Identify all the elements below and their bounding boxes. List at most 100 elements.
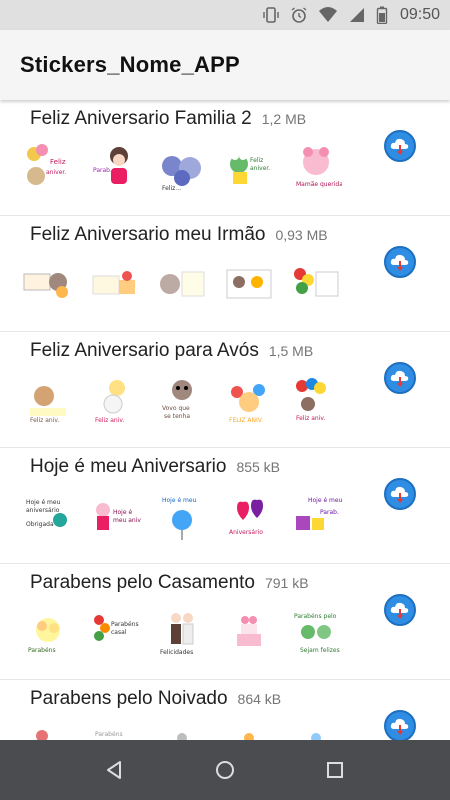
pack-header: Hoje é meu Aniversario 855 kB: [30, 456, 280, 478]
download-button[interactable]: [384, 362, 416, 394]
sticker-pack-item[interactable]: Parabens pelo Casamento 791 kB Parabéns …: [0, 564, 450, 680]
clock-text: 09:50: [399, 6, 440, 23]
sticker-girl-gift: Hoje é meu aniv.: [89, 490, 141, 542]
alarm-icon: [290, 6, 308, 24]
pack-header: Feliz Aniversario Familia 2 1,2 MB: [30, 108, 306, 130]
svg-text:FELIZ ANIV.: FELIZ ANIV.: [229, 417, 263, 424]
sticker-brothers-card: [223, 258, 275, 310]
sticker-vovo-bear: Feliz aniv.: [22, 374, 74, 426]
sticker-noivado-text: Parabéns: [89, 722, 141, 740]
home-button[interactable]: [205, 750, 245, 790]
svg-text:se tenha: se tenha: [164, 413, 190, 420]
cloud-download-icon: [390, 602, 409, 619]
sticker-balloons-bear: Feliz aniver.: [22, 142, 74, 194]
svg-text:Mamãe querida: Mamãe querida: [296, 181, 342, 188]
sticker-gifts: Hoje é meu Parab.: [290, 490, 342, 542]
svg-text:Hoje é meu: Hoje é meu: [162, 497, 197, 504]
sticker-pack-item[interactable]: Feliz Aniversario Familia 2 1,2 MB Feliz…: [0, 100, 450, 216]
svg-text:Feliz aniv.: Feliz aniv.: [95, 417, 124, 424]
svg-text:Feliz aniv.: Feliz aniv.: [296, 415, 325, 422]
sticker-noivado-3: [156, 722, 208, 740]
pack-header: Parabens pelo Casamento 791 kB: [30, 572, 309, 594]
sticker-bouquet: Parabéns casal: [89, 606, 141, 658]
svg-text:Parab.: Parab.: [320, 509, 339, 516]
svg-text:meu aniv.: meu aniv.: [113, 517, 141, 524]
sticker-pack-item[interactable]: Feliz Aniversario para Avós 1,5 MB Feliz…: [0, 332, 450, 448]
sticker-previews: Feliz aniv. Feliz aniv. Vovo que se tenha…: [22, 374, 342, 426]
sticker-noivado-4: [223, 722, 275, 740]
pack-name: Feliz Aniversario Familia 2: [30, 108, 252, 129]
svg-text:Feliz: Feliz: [50, 158, 66, 166]
pack-size: 1,2 MB: [261, 111, 307, 127]
sticker-previews: Parabéns Parabéns casal Felicidades Parab…: [22, 606, 342, 658]
sticker-green-couple: Parabéns pelo Sejam felizes: [290, 606, 342, 658]
svg-text:Hoje é meu: Hoje é meu: [308, 497, 342, 504]
pack-name: Hoje é meu Aniversario: [30, 456, 227, 477]
sticker-noivado-5: [290, 722, 342, 740]
signal-icon: [348, 6, 366, 24]
app-title: Stickers_Nome_APP: [20, 52, 240, 77]
svg-text:casal: casal: [111, 629, 127, 636]
svg-text:aniver.: aniver.: [250, 165, 270, 172]
home-icon: [216, 761, 234, 779]
sticker-blue-bears: Feliz...: [156, 142, 208, 194]
sticker-previews: [22, 258, 342, 310]
navigation-bar: [0, 740, 450, 800]
svg-text:Parabéns pelo: Parabéns pelo: [294, 613, 337, 620]
pack-name: Parabens pelo Casamento: [30, 572, 255, 593]
wifi-icon: [318, 6, 338, 24]
sticker-ring: [22, 722, 74, 740]
pack-size: 855 kB: [236, 459, 281, 475]
sticker-flowers: Parabéns: [22, 606, 74, 658]
sticker-pack-list[interactable]: Feliz Aniversario Familia 2 1,2 MB Feliz…: [0, 100, 450, 740]
cloud-download-icon: [390, 254, 409, 271]
sticker-pack-item[interactable]: Feliz Aniversario meu Irmão 0,93 MB: [0, 216, 450, 332]
pack-size: 0,93 MB: [275, 227, 328, 243]
pack-name: Feliz Aniversario meu Irmão: [30, 224, 266, 245]
svg-text:Sejam felizes: Sejam felizes: [300, 647, 340, 654]
back-icon: [107, 761, 121, 779]
download-button[interactable]: [384, 478, 416, 510]
sticker-previews: Parabéns: [22, 722, 342, 740]
svg-text:Parabéns: Parabéns: [28, 647, 56, 654]
sticker-balloons-card: [290, 258, 342, 310]
sticker-bear-card: [22, 258, 74, 310]
download-button[interactable]: [384, 130, 416, 162]
sticker-cow: Vovo que se tenha: [156, 374, 208, 426]
svg-text:aniversário: aniversário: [26, 507, 60, 514]
download-button[interactable]: [384, 710, 416, 740]
cloud-download-icon: [390, 138, 409, 155]
svg-text:Aniversário: Aniversário: [229, 529, 263, 536]
sticker-wedding-cake: [223, 606, 275, 658]
battery-icon: [376, 6, 388, 24]
svg-text:Parabéns: Parabéns: [111, 621, 139, 628]
sticker-couple: Felicidades: [156, 606, 208, 658]
svg-text:Vovo que: Vovo que: [162, 405, 190, 412]
download-button[interactable]: [384, 594, 416, 626]
pack-name: Parabens pelo Noivado: [30, 688, 228, 709]
sticker-vovozinho: FELIZ ANIV.: [223, 374, 275, 426]
download-button[interactable]: [384, 246, 416, 278]
sticker-girl: Parab.: [89, 142, 141, 194]
sticker-hearts-balloons: Aniversário: [223, 490, 275, 542]
app-bar: Stickers_Nome_APP: [0, 30, 450, 100]
svg-text:Feliz aniv.: Feliz aniv.: [30, 417, 59, 424]
sticker-pack-item[interactable]: Hoje é meu Aniversario 855 kB Hoje é meu…: [0, 448, 450, 564]
cloud-download-icon: [390, 486, 409, 503]
cloud-download-icon: [390, 718, 409, 735]
back-button[interactable]: [95, 750, 135, 790]
svg-text:Feliz: Feliz: [250, 157, 263, 164]
sticker-blue-balloon: Hoje é meu: [156, 490, 208, 542]
recents-icon: [327, 762, 343, 778]
recents-button[interactable]: [315, 750, 355, 790]
svg-text:Obrigada: Obrigada: [26, 521, 54, 528]
pack-header: Parabens pelo Noivado 864 kB: [30, 688, 281, 710]
pack-size: 864 kB: [237, 691, 282, 707]
sticker-hoje-text: Hoje é meu aniversário Obrigada: [22, 490, 74, 542]
pack-size: 791 kB: [264, 575, 309, 591]
svg-text:aniver.: aniver.: [46, 169, 66, 176]
svg-text:Hoje é: Hoje é: [113, 509, 132, 516]
cloud-download-icon: [390, 370, 409, 387]
sticker-pack-item[interactable]: Parabens pelo Noivado 864 kB Parabéns: [0, 680, 450, 740]
status-bar: 09:50: [0, 0, 450, 30]
